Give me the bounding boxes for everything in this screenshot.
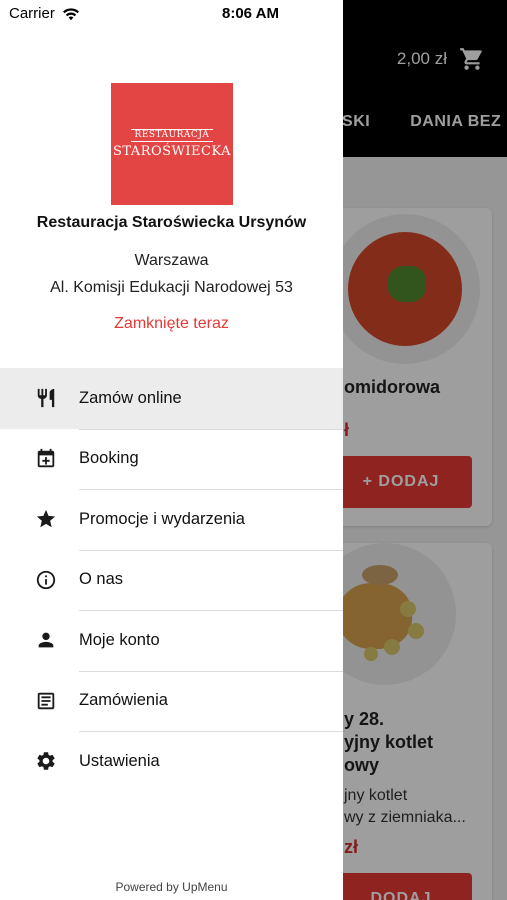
clock: 8:06 AM — [222, 5, 279, 22]
menu-item-label: Ustawienia — [79, 751, 160, 770]
powered-by-footer[interactable]: Powered by UpMenu — [0, 880, 343, 894]
menu-item-settings[interactable]: Ustawienia — [0, 731, 343, 792]
restaurant-logo: RESTAURACJA STAROŚWIECKA — [111, 83, 233, 205]
carrier-label: Carrier — [9, 5, 55, 22]
restaurant-name: Restauracja Staroświecka Ursynów — [36, 214, 307, 231]
menu-item-label: Zamów online — [79, 388, 182, 407]
carrier-indicator: Carrier — [9, 5, 80, 22]
menu-item-label: O nas — [79, 570, 124, 589]
menu-divider — [79, 549, 343, 551]
restaurant-address: Al. Komisji Edukacji Narodowej 53 — [50, 279, 293, 296]
menu-divider — [79, 670, 343, 672]
receipt-icon — [34, 689, 58, 713]
menu-item-promotions[interactable]: Promocje i wydarzenia — [0, 489, 343, 550]
menu-item-order-online[interactable]: Zamów online — [0, 368, 343, 429]
info-icon — [34, 568, 58, 592]
menu-divider — [79, 428, 343, 430]
menu-item-orders[interactable]: Zamówienia — [0, 670, 343, 732]
restaurant-city: Warszawa — [134, 252, 209, 269]
menu-item-label: Promocje i wydarzenia — [79, 509, 245, 528]
person-icon — [34, 628, 58, 652]
logo-top-text: RESTAURACJA — [130, 129, 214, 142]
wifi-icon — [62, 7, 79, 20]
gear-icon — [34, 749, 58, 773]
menu-item-label: Zamówienia — [79, 691, 168, 710]
menu-item-my-account[interactable]: Moje konto — [0, 610, 343, 671]
logo-main-text: STAROŚWIECKA — [112, 144, 232, 159]
menu-divider — [79, 731, 343, 732]
cutlery-icon — [34, 386, 58, 410]
open-status: Zamknięte teraz — [114, 315, 229, 332]
status-bar: Carrier 8:06 AM — [0, 0, 507, 28]
calendar-add-icon — [34, 447, 58, 471]
menu-item-booking[interactable]: Booking — [0, 428, 343, 490]
navigation-drawer: RESTAURACJA STAROŚWIECKA Restauracja Sta… — [0, 0, 343, 900]
menu-divider — [79, 610, 343, 611]
menu-divider — [79, 489, 343, 490]
menu-item-label: Moje konto — [79, 630, 160, 649]
menu-item-about[interactable]: O nas — [0, 549, 343, 611]
drawer-menu: Zamów online Booking Promocje i wydarzen… — [0, 368, 343, 792]
star-icon — [34, 507, 58, 531]
menu-item-label: Booking — [79, 449, 139, 468]
